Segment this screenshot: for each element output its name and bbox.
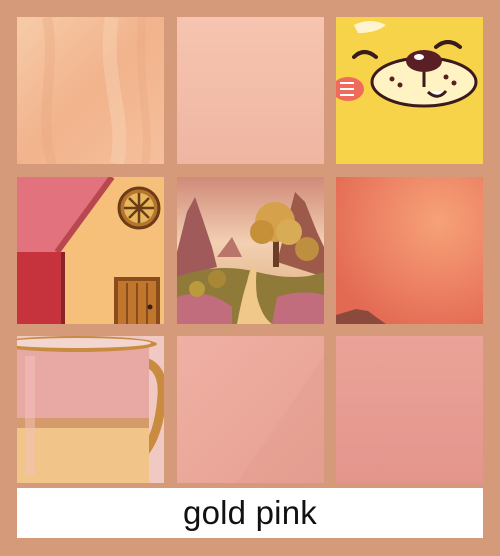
tile-pink-swatch: [177, 17, 324, 164]
pink-swatch-image: [177, 17, 324, 164]
tile-cottage-illustration: [17, 177, 164, 324]
color-palette-board: gold pink: [0, 0, 500, 556]
tile-pink-swatch-2: [177, 336, 324, 483]
pink-swatch-image-2: [177, 336, 324, 483]
tile-fantasy-landscape: [177, 177, 324, 324]
caption-bar: gold pink: [17, 488, 483, 538]
mug-icon: [17, 336, 164, 483]
cottage-icon: [17, 177, 164, 324]
caption-text: gold pink: [183, 494, 317, 531]
landscape-icon: [177, 177, 324, 324]
tile-peach-fabric: [17, 17, 164, 164]
sunset-sky-image: [336, 177, 483, 324]
fabric-swatch-image: [17, 17, 164, 164]
tile-pink-gold-mug: [17, 336, 164, 483]
tile-sunset-sky: [336, 177, 483, 324]
rose-swatch-image: [336, 336, 483, 483]
tile-yellow-cartoon-cat: [336, 17, 483, 164]
cartoon-cat-face-icon: [336, 17, 483, 164]
tile-rose-swatch: [336, 336, 483, 483]
